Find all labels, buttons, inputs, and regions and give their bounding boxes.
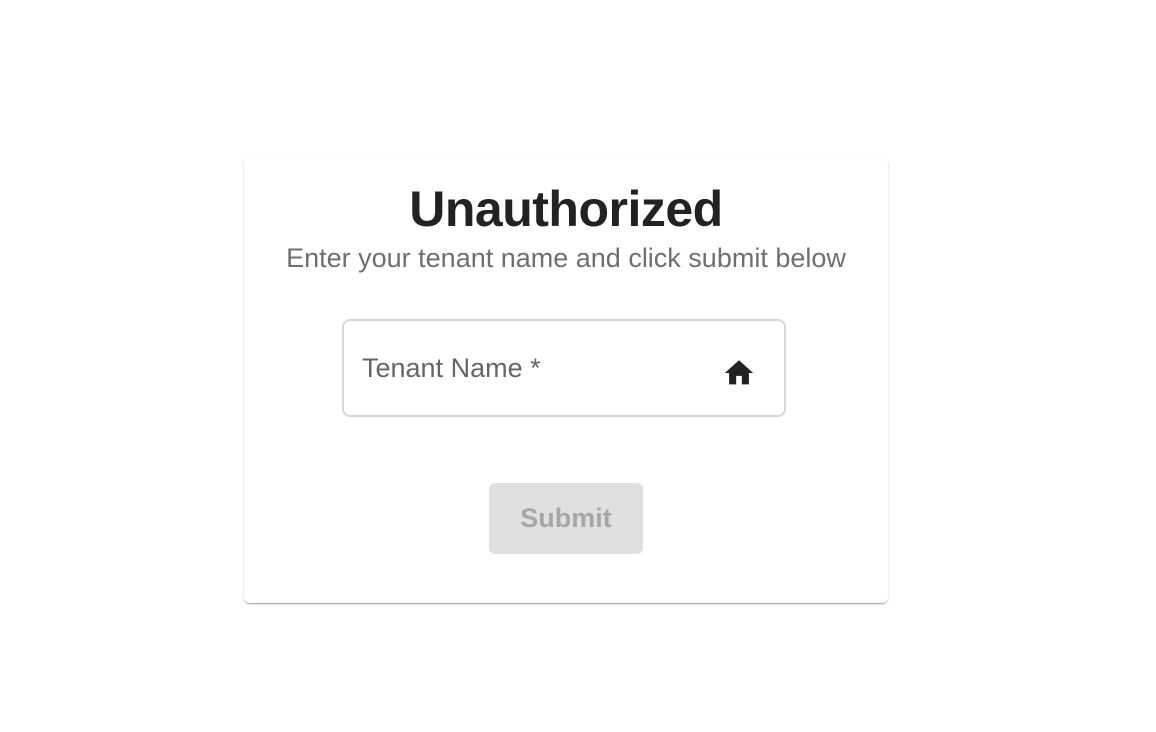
tenant-name-input[interactable]	[362, 321, 702, 415]
unauthorized-card: Unauthorized Enter your tenant name and …	[244, 158, 888, 603]
page-title: Unauthorized	[409, 181, 723, 237]
page-subtitle: Enter your tenant name and click submit …	[286, 243, 846, 273]
submit-button[interactable]: Submit	[489, 483, 643, 554]
tenant-name-field[interactable]	[342, 319, 786, 417]
home-icon	[720, 356, 758, 390]
